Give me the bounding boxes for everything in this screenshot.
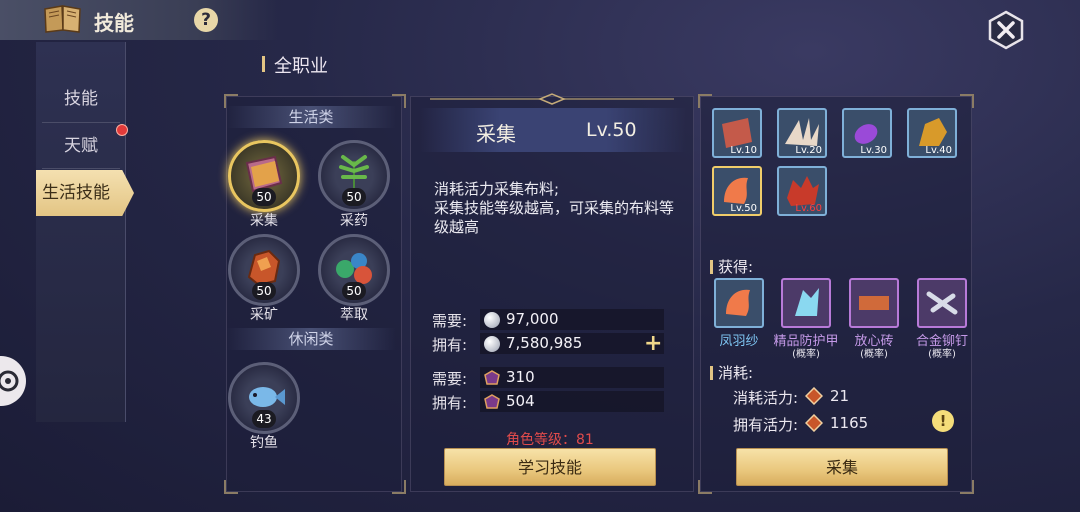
tier-level: Lv.10: [730, 145, 757, 156]
category-life: 生活类: [226, 106, 396, 128]
gain-item[interactable]: [849, 278, 899, 328]
owned-value: 504: [506, 392, 535, 410]
gain-item[interactable]: [714, 278, 764, 328]
collect-button[interactable]: 采集: [736, 448, 948, 486]
skill-level-badge: 50: [342, 188, 366, 206]
nav-skills[interactable]: 技能: [36, 78, 126, 120]
vitality-cost-value: 21: [830, 387, 850, 405]
vitality-icon: [805, 414, 823, 432]
ornament-divider: [430, 93, 674, 105]
page-title: 技能: [94, 11, 134, 35]
requirement-row: 需要: 310: [432, 367, 672, 388]
vitality-icon: [805, 387, 823, 405]
role-level-requirement: 角色等级：81: [506, 432, 594, 448]
phoenix-feather-icon: [726, 289, 750, 316]
owned-value: 7,580,985: [506, 334, 583, 352]
silver-coin-icon: [484, 336, 500, 352]
nav-life-skills[interactable]: 生活技能: [36, 170, 134, 216]
requirement-label: 需要:: [432, 312, 468, 330]
panel-corner: [960, 480, 974, 494]
detail-skill-name: 采集: [476, 122, 516, 146]
nav-talent[interactable]: 天赋: [36, 125, 126, 167]
book-icon: [44, 5, 81, 33]
skill-name: 萃取: [340, 307, 368, 323]
panel-corner: [224, 480, 238, 494]
gain-probability: (概率): [928, 349, 956, 360]
left-nav: 技能 天赋: [36, 42, 126, 422]
brick-icon: [859, 296, 889, 310]
owned-row: 拥有: 7,580,985 +: [432, 331, 672, 356]
skill-mining[interactable]: 50 采矿: [224, 234, 304, 330]
tier-item-lv10[interactable]: Lv.10: [712, 108, 762, 158]
skill-level-badge: 43: [252, 410, 276, 428]
skill-name: 采集: [250, 213, 278, 229]
skill-herb[interactable]: 50 采药: [314, 140, 394, 236]
add-currency-button[interactable]: +: [644, 331, 662, 356]
skill-level-badge: 50: [252, 282, 276, 300]
cost-title: 消耗:: [718, 364, 754, 382]
silver-coin-icon: [484, 312, 500, 328]
gain-item[interactable]: [781, 278, 831, 328]
side-handle[interactable]: [0, 356, 26, 406]
skill-level-badge: 50: [252, 188, 276, 206]
owned-label: 拥有:: [432, 336, 468, 354]
tier-item-lv40[interactable]: Lv.40: [907, 108, 957, 158]
requirement-value: 310: [506, 368, 535, 386]
vitality-cost-label: 消耗活力:: [733, 389, 799, 407]
skill-point-icon: [484, 370, 500, 385]
gain-item[interactable]: [917, 278, 967, 328]
requirement-row: 需要: 97,000: [432, 309, 672, 330]
skill-fishing[interactable]: 43 钓鱼: [224, 362, 304, 458]
help-icon[interactable]: ?: [194, 8, 218, 32]
detail-description: 消耗活力采集布料; 采集技能等级越高，可采集的布料等级越高: [434, 180, 675, 236]
gain-title: 获得:: [718, 258, 754, 276]
skill-title-band: [420, 108, 686, 152]
tier-item-lv30[interactable]: Lv.30: [842, 108, 892, 158]
panel-corner: [698, 94, 712, 108]
category-leisure: 休闲类: [226, 328, 396, 350]
learn-skill-button[interactable]: 学习技能: [444, 448, 656, 486]
skill-level-badge: 50: [342, 282, 366, 300]
close-icon[interactable]: [988, 10, 1024, 50]
tier-level: Lv.40: [925, 145, 952, 156]
vitality-owned-value: 1165: [830, 414, 869, 432]
skill-name: 采矿: [250, 307, 278, 323]
requirement-value: 97,000: [506, 310, 559, 328]
owned-label: 拥有:: [432, 394, 468, 412]
tier-level: Lv.50: [730, 203, 757, 214]
owned-row: 拥有: 504: [432, 391, 672, 412]
section-marker: [710, 366, 713, 380]
section-title: 全职业: [274, 56, 328, 77]
requirement-label: 需要:: [432, 370, 468, 388]
skill-point-icon: [484, 394, 500, 409]
skill-extract[interactable]: 50 萃取: [314, 234, 394, 330]
tier-level: Lv.20: [795, 145, 822, 156]
skill-gather[interactable]: 50 采集: [224, 140, 304, 236]
notification-badge: [116, 124, 128, 136]
info-icon[interactable]: !: [932, 410, 954, 432]
tier-item-lv60[interactable]: Lv.60: [777, 166, 827, 216]
rivet-icon: [926, 291, 958, 315]
crystal-armor-icon: [795, 288, 819, 316]
vitality-owned-label: 拥有活力:: [733, 416, 799, 434]
panel-corner: [960, 94, 974, 108]
panel-corner: [392, 480, 406, 494]
gamepad-icon: [0, 370, 19, 392]
section-marker: [710, 260, 713, 274]
detail-skill-level: Lv.50: [586, 119, 637, 141]
panel-corner: [698, 480, 712, 494]
tier-level: Lv.30: [860, 145, 887, 156]
nav-divider: [42, 122, 120, 123]
tier-level: Lv.60: [795, 203, 822, 214]
tier-item-lv20[interactable]: Lv.20: [777, 108, 827, 158]
nav-divider: [42, 168, 120, 169]
skill-name: 采药: [340, 213, 368, 229]
skill-name: 钓鱼: [250, 435, 278, 451]
tier-item-lv50[interactable]: Lv.50: [712, 166, 762, 216]
